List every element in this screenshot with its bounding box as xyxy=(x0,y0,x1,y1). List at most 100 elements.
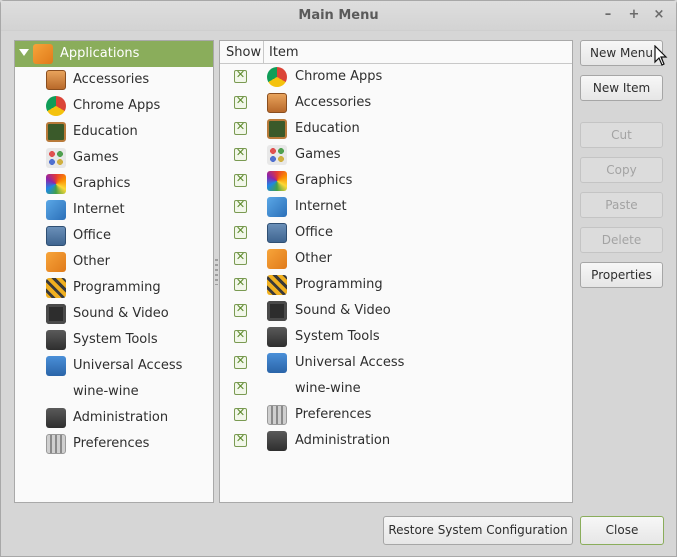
tree-item-label: Education xyxy=(73,124,138,139)
title-bar[interactable]: Main Menu – + × xyxy=(1,1,676,31)
column-show-header[interactable]: Show xyxy=(226,45,261,60)
show-checkbox[interactable]: ✕ xyxy=(234,94,247,109)
check-mark-icon: ✕ xyxy=(235,68,246,81)
pane-resize-handle[interactable] xyxy=(215,259,218,285)
list-item[interactable]: ✕ Internet xyxy=(220,194,572,220)
new-menu-button[interactable]: New Menu xyxy=(580,40,663,66)
show-checkbox[interactable]: ✕ xyxy=(234,354,247,369)
list-item[interactable]: ✕ Graphics xyxy=(220,168,572,194)
list-item[interactable]: ✕ Other xyxy=(220,246,572,272)
close-button[interactable]: Close xyxy=(580,516,664,545)
list-item[interactable]: ✕ Accessories xyxy=(220,90,572,116)
list-item[interactable]: ✕ Programming xyxy=(220,272,572,298)
list-item-label: Accessories xyxy=(295,95,372,110)
games-icon xyxy=(267,145,287,165)
list-item[interactable]: ✕ Universal Access xyxy=(220,350,572,376)
show-checkbox[interactable]: ✕ xyxy=(234,224,247,239)
tree-item[interactable]: Chrome Apps xyxy=(15,93,213,119)
list-item-label: Preferences xyxy=(295,407,372,422)
tree-item-label: Other xyxy=(73,254,110,269)
tree-item-label: Programming xyxy=(73,280,161,295)
tree-item[interactable]: Administration xyxy=(15,405,213,431)
show-checkbox[interactable]: ✕ xyxy=(234,68,247,83)
list-item[interactable]: ✕ Preferences xyxy=(220,402,572,428)
tree-item-label: Chrome Apps xyxy=(73,98,161,113)
tree-item[interactable]: Preferences xyxy=(15,431,213,457)
show-checkbox[interactable]: ✕ xyxy=(234,302,247,317)
list-item[interactable]: ✕ Education xyxy=(220,116,572,142)
show-checkbox[interactable]: ✕ xyxy=(234,432,247,447)
tree-item[interactable]: Sound & Video xyxy=(15,301,213,327)
tree-item[interactable]: Universal Access xyxy=(15,353,213,379)
list-item-label: Office xyxy=(295,225,333,240)
list-item-label: wine-wine xyxy=(295,381,361,396)
programming-icon xyxy=(46,278,66,298)
games-icon xyxy=(46,148,66,168)
restore-system-configuration-button[interactable]: Restore System Configuration xyxy=(383,516,573,545)
tree-item-label: Accessories xyxy=(73,72,150,87)
list-item[interactable]: ✕ Office xyxy=(220,220,572,246)
list-item-label: System Tools xyxy=(295,329,380,344)
close-window-button[interactable]: × xyxy=(650,6,668,24)
list-item[interactable]: ✕ Administration xyxy=(220,428,572,454)
column-item-header[interactable]: Item xyxy=(269,45,299,60)
show-checkbox[interactable]: ✕ xyxy=(234,146,247,161)
tree-item[interactable]: Office xyxy=(15,223,213,249)
tree-item[interactable]: Education xyxy=(15,119,213,145)
programming-icon xyxy=(267,275,287,295)
show-checkbox[interactable]: ✕ xyxy=(234,276,247,291)
tree-item-label: Games xyxy=(73,150,119,165)
list-item-label: Other xyxy=(295,251,332,266)
list-item[interactable]: ✕ wine-wine xyxy=(220,376,572,402)
properties-button[interactable]: Properties xyxy=(580,262,663,288)
tree-item[interactable]: Graphics xyxy=(15,171,213,197)
new-item-button[interactable]: New Item xyxy=(580,75,663,101)
tree-item-label: Universal Access xyxy=(73,358,183,373)
list-item[interactable]: ✕ System Tools xyxy=(220,324,572,350)
tree-item-label: System Tools xyxy=(73,332,158,347)
graphics-icon xyxy=(46,174,66,194)
paste-button[interactable]: Paste xyxy=(580,192,663,218)
show-checkbox[interactable]: ✕ xyxy=(234,328,247,343)
check-mark-icon: ✕ xyxy=(235,198,246,211)
tree-item[interactable]: Games xyxy=(15,145,213,171)
copy-button[interactable]: Copy xyxy=(580,157,663,183)
delete-button[interactable]: Delete xyxy=(580,227,663,253)
show-checkbox[interactable]: ✕ xyxy=(234,198,247,213)
list-item[interactable]: ✕ Chrome Apps xyxy=(220,64,572,90)
check-mark-icon: ✕ xyxy=(235,172,246,185)
show-checkbox[interactable]: ✕ xyxy=(234,250,247,265)
tree-item[interactable]: Programming xyxy=(15,275,213,301)
check-mark-icon: ✕ xyxy=(235,406,246,419)
list-item[interactable]: ✕ Sound & Video xyxy=(220,298,572,324)
administration-icon xyxy=(267,431,287,451)
item-list[interactable]: Show Item ✕ Chrome Apps ✕ Accessories ✕ Educa… xyxy=(219,40,573,503)
chrome-icon xyxy=(267,67,287,87)
menu-tree[interactable]: Applications Accessories Chrome Apps Educa… xyxy=(14,40,214,503)
check-mark-icon: ✕ xyxy=(235,224,246,237)
preferences-icon xyxy=(46,434,66,454)
tree-item[interactable]: wine-wine xyxy=(15,379,213,405)
tree-item[interactable]: Other xyxy=(15,249,213,275)
universal-access-icon xyxy=(267,353,287,373)
list-item-label: Programming xyxy=(295,277,383,292)
tree-item[interactable]: Internet xyxy=(15,197,213,223)
tree-item-label: Graphics xyxy=(73,176,131,191)
show-checkbox[interactable]: ✕ xyxy=(234,120,247,135)
expander-down-icon[interactable] xyxy=(19,49,29,56)
check-mark-icon: ✕ xyxy=(235,120,246,133)
tree-item[interactable]: System Tools xyxy=(15,327,213,353)
tree-item[interactable]: Accessories xyxy=(15,67,213,93)
minimize-button[interactable]: – xyxy=(599,6,617,24)
cut-button[interactable]: Cut xyxy=(580,122,663,148)
list-item[interactable]: ✕ Games xyxy=(220,142,572,168)
chrome-icon xyxy=(46,96,66,116)
window-title: Main Menu xyxy=(298,8,379,23)
maximize-button[interactable]: + xyxy=(625,6,643,24)
list-item-label: Chrome Apps xyxy=(295,69,383,84)
show-checkbox[interactable]: ✕ xyxy=(234,172,247,187)
tree-item-applications[interactable]: Applications xyxy=(15,41,213,67)
system-tools-icon xyxy=(267,327,287,347)
show-checkbox[interactable]: ✕ xyxy=(234,406,247,421)
show-checkbox[interactable]: ✕ xyxy=(234,380,247,395)
